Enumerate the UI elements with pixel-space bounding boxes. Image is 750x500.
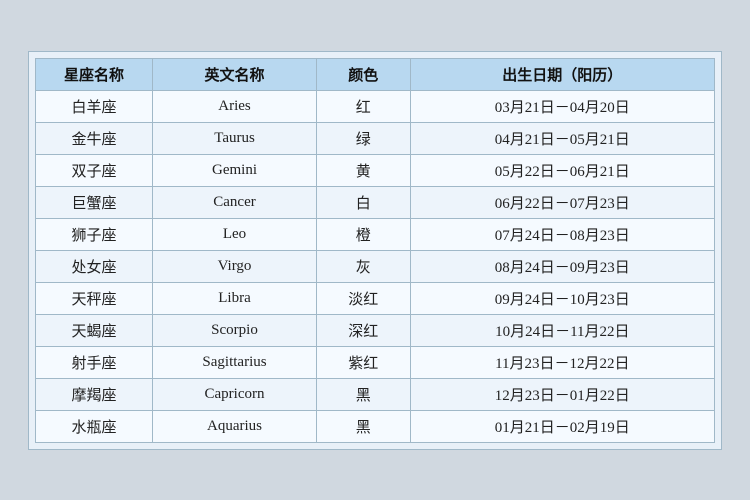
- cell-cn: 金牛座: [36, 122, 153, 154]
- table-row: 摩羯座Capricorn黑12月23日－01月22日: [36, 378, 715, 410]
- cell-cn: 天蝎座: [36, 314, 153, 346]
- zodiac-table-container: 星座名称 英文名称 颜色 出生日期（阳历） 白羊座Aries红03月21日－04…: [28, 51, 722, 450]
- cell-cn: 天秤座: [36, 282, 153, 314]
- cell-en: Aquarius: [153, 410, 317, 442]
- cell-date: 03月21日－04月20日: [410, 90, 714, 122]
- cell-color: 淡红: [316, 282, 410, 314]
- cell-date: 09月24日－10月23日: [410, 282, 714, 314]
- table-row: 天蝎座Scorpio深红10月24日－11月22日: [36, 314, 715, 346]
- cell-date: 11月23日－12月22日: [410, 346, 714, 378]
- table-row: 水瓶座Aquarius黑01月21日－02月19日: [36, 410, 715, 442]
- table-row: 白羊座Aries红03月21日－04月20日: [36, 90, 715, 122]
- table-header-row: 星座名称 英文名称 颜色 出生日期（阳历）: [36, 58, 715, 90]
- cell-date: 08月24日－09月23日: [410, 250, 714, 282]
- header-en: 英文名称: [153, 58, 317, 90]
- cell-cn: 巨蟹座: [36, 186, 153, 218]
- cell-date: 10月24日－11月22日: [410, 314, 714, 346]
- cell-color: 黑: [316, 378, 410, 410]
- cell-date: 06月22日－07月23日: [410, 186, 714, 218]
- cell-cn: 狮子座: [36, 218, 153, 250]
- cell-cn: 射手座: [36, 346, 153, 378]
- cell-en: Sagittarius: [153, 346, 317, 378]
- header-cn: 星座名称: [36, 58, 153, 90]
- cell-color: 绿: [316, 122, 410, 154]
- cell-en: Leo: [153, 218, 317, 250]
- table-row: 金牛座Taurus绿04月21日－05月21日: [36, 122, 715, 154]
- cell-en: Libra: [153, 282, 317, 314]
- cell-en: Taurus: [153, 122, 317, 154]
- cell-color: 灰: [316, 250, 410, 282]
- cell-color: 白: [316, 186, 410, 218]
- header-date: 出生日期（阳历）: [410, 58, 714, 90]
- cell-cn: 双子座: [36, 154, 153, 186]
- cell-color: 黑: [316, 410, 410, 442]
- cell-cn: 白羊座: [36, 90, 153, 122]
- cell-cn: 处女座: [36, 250, 153, 282]
- cell-en: Cancer: [153, 186, 317, 218]
- table-row: 狮子座Leo橙07月24日－08月23日: [36, 218, 715, 250]
- table-row: 天秤座Libra淡红09月24日－10月23日: [36, 282, 715, 314]
- cell-date: 01月21日－02月19日: [410, 410, 714, 442]
- cell-color: 深红: [316, 314, 410, 346]
- cell-color: 橙: [316, 218, 410, 250]
- cell-cn: 水瓶座: [36, 410, 153, 442]
- cell-date: 12月23日－01月22日: [410, 378, 714, 410]
- cell-date: 04月21日－05月21日: [410, 122, 714, 154]
- zodiac-table: 星座名称 英文名称 颜色 出生日期（阳历） 白羊座Aries红03月21日－04…: [35, 58, 715, 443]
- table-row: 双子座Gemini黄05月22日－06月21日: [36, 154, 715, 186]
- cell-en: Virgo: [153, 250, 317, 282]
- cell-en: Aries: [153, 90, 317, 122]
- cell-color: 红: [316, 90, 410, 122]
- cell-en: Capricorn: [153, 378, 317, 410]
- cell-en: Scorpio: [153, 314, 317, 346]
- cell-color: 紫红: [316, 346, 410, 378]
- table-row: 处女座Virgo灰08月24日－09月23日: [36, 250, 715, 282]
- cell-en: Gemini: [153, 154, 317, 186]
- cell-date: 05月22日－06月21日: [410, 154, 714, 186]
- table-row: 巨蟹座Cancer白06月22日－07月23日: [36, 186, 715, 218]
- cell-cn: 摩羯座: [36, 378, 153, 410]
- table-row: 射手座Sagittarius紫红11月23日－12月22日: [36, 346, 715, 378]
- header-color: 颜色: [316, 58, 410, 90]
- cell-date: 07月24日－08月23日: [410, 218, 714, 250]
- cell-color: 黄: [316, 154, 410, 186]
